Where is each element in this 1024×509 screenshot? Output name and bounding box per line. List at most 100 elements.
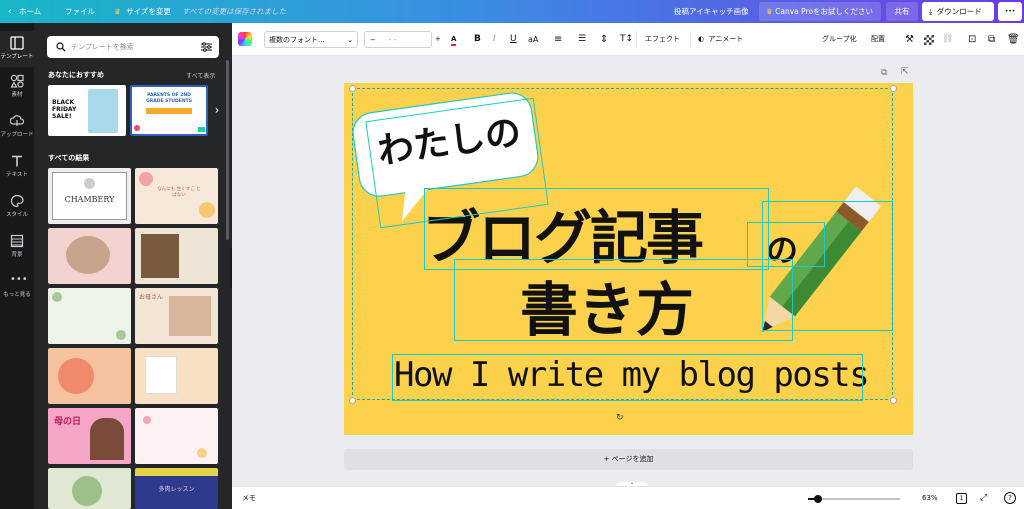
home-button[interactable]: ‹ ホーム <box>8 0 41 23</box>
increase-size-button[interactable]: + <box>435 31 441 48</box>
rail-item-templates[interactable]: テンプレート <box>0 31 34 67</box>
design-page[interactable]: わたしの ブログ記事 の 書き方 How I write my blog pos… <box>344 83 913 435</box>
font-dropdown[interactable]: 複数のフォント... ⌄ <box>264 31 358 48</box>
editor-toolbar: 複数のフォント... ⌄ − - - + A B I U aA ≡ ☰ ⇕ T↕… <box>232 23 1024 56</box>
see-all-link[interactable]: すべて表示 <box>186 71 215 80</box>
notes-button[interactable]: メモ <box>242 487 256 509</box>
thumb-text: PARENTS OF 2ND GRADE STUDENTS <box>146 93 192 104</box>
color-picker-button[interactable] <box>238 32 252 46</box>
file-menu[interactable]: ファイル <box>65 0 95 23</box>
template-thumb-parents[interactable]: PARENTS OF 2ND GRADE STUDENTS <box>130 85 208 136</box>
underline-button[interactable]: U <box>510 31 517 48</box>
thumb-photo <box>169 296 211 336</box>
template-thumb-peach[interactable] <box>48 348 131 404</box>
bold-button[interactable]: B <box>474 31 481 48</box>
text-color-button[interactable]: A <box>451 31 457 48</box>
try-pro-button[interactable]: ♛ Canva Proをお試しください <box>759 2 881 21</box>
template-thumb-mother[interactable]: お母さん <box>135 288 218 344</box>
zoom-slider-thumb[interactable] <box>814 495 822 503</box>
rail-item-more[interactable]: ••• もっと見る <box>0 269 34 305</box>
template-icon <box>10 36 24 50</box>
help-icon[interactable]: ? <box>1004 492 1016 504</box>
template-thumb-floral[interactable]: なんにも 生くすこ とばない <box>135 168 218 224</box>
animate-icon: ◐ <box>698 35 705 43</box>
thumb-text: お母さん <box>139 294 164 301</box>
save-status: すべての変更は保存されました <box>182 7 287 16</box>
align-button[interactable]: ≡ <box>554 31 562 48</box>
template-thumb-polaroid[interactable] <box>135 348 218 404</box>
font-size-control[interactable]: − - - <box>364 31 432 48</box>
link-button[interactable]: ⛓ <box>942 31 953 48</box>
template-thumb-black-friday[interactable]: BLACK FRIDAY SALE! <box>48 85 126 136</box>
carousel-next-button[interactable]: › <box>210 95 224 125</box>
thumb-photo <box>90 418 124 460</box>
template-search[interactable]: テンプレートを検索 <box>47 36 219 58</box>
font-size-value[interactable]: - - <box>389 32 396 49</box>
template-thumb-chambery[interactable]: CHAMBERY <box>48 168 131 224</box>
letter-case-button[interactable]: aA <box>528 31 538 48</box>
duplicate-icon: ⧉ <box>988 34 996 45</box>
zoom-value[interactable]: 63% <box>922 487 938 509</box>
lock-button[interactable]: ⊡ <box>968 31 976 48</box>
thumb-text: 母の日 <box>54 417 82 427</box>
rail-item-text[interactable]: テキスト <box>0 149 34 185</box>
template-thumb-photo-1[interactable] <box>48 228 131 284</box>
upload-icon <box>10 115 24 126</box>
template-thumb-mothers-day[interactable]: 母の日 <box>48 408 131 464</box>
thumb-dot <box>197 448 207 458</box>
resize-handle[interactable] <box>349 85 356 92</box>
panel-scrollbar[interactable] <box>226 60 229 240</box>
thumb-text: 多肉レッスン <box>158 486 195 493</box>
resize-handle[interactable] <box>890 85 897 92</box>
align-center-icon: ≡ <box>554 34 563 45</box>
add-page-button[interactable]: + ページを追加 <box>344 449 913 470</box>
effects-button[interactable]: エフェクト <box>645 31 680 48</box>
spacing-button[interactable]: ⇕ <box>600 31 608 48</box>
rail-item-background[interactable]: 背景 <box>0 229 34 265</box>
resize-handle[interactable] <box>890 397 897 404</box>
letter-case-icon: aA <box>528 35 539 44</box>
text-orientation-button[interactable]: T↕ <box>620 31 633 48</box>
rail-item-elements[interactable]: 素材 <box>0 69 34 105</box>
filter-icon[interactable] <box>201 42 212 52</box>
design-title[interactable]: 投稿アイキャッチ画像 <box>674 0 749 23</box>
rail-item-uploads[interactable]: アップロード <box>0 109 34 145</box>
decrease-size-button[interactable]: − <box>370 32 376 49</box>
delete-button[interactable]: 🗑 <box>1007 31 1020 48</box>
copy-page-icon[interactable]: ⧉ <box>881 68 887 78</box>
download-label: ダウンロード <box>936 7 982 16</box>
crown-icon: ♛ <box>766 7 773 16</box>
more-menu-button[interactable]: ••• <box>998 2 1022 21</box>
template-thumb-green[interactable] <box>48 468 131 509</box>
group-button[interactable]: グループ化 <box>822 31 857 48</box>
download-icon: ⤓ <box>929 7 933 16</box>
share-button[interactable]: 共有 <box>886 2 918 21</box>
resize-label: サイズを変更 <box>126 7 171 16</box>
add-page-icon[interactable]: ⇱ <box>901 67 909 77</box>
download-button[interactable]: ⤓ ダウンロード <box>922 2 994 21</box>
template-thumb-dots[interactable] <box>135 408 218 464</box>
thumb-shape <box>72 476 102 506</box>
template-thumb-photo-2[interactable] <box>135 228 218 284</box>
search-icon <box>56 42 66 52</box>
transparency-button[interactable] <box>924 35 934 45</box>
page-count-button[interactable]: 1 <box>956 493 967 504</box>
list-icon: ☰ <box>578 34 587 44</box>
resize-button[interactable]: ♛ サイズを変更 <box>114 0 171 23</box>
rotate-handle-icon[interactable]: ↻ <box>616 413 624 423</box>
recommended-title: あなたにおすすめ <box>48 71 104 79</box>
fullscreen-icon[interactable]: ⤢ <box>980 487 987 509</box>
italic-icon: I <box>493 34 496 44</box>
thumb-text: CHAMBERY <box>64 195 115 204</box>
italic-button[interactable]: I <box>493 31 496 48</box>
list-button[interactable]: ☰ <box>578 31 586 48</box>
paint-format-button[interactable]: ⚒ <box>905 31 914 48</box>
template-thumb-leaves[interactable] <box>48 288 131 344</box>
thumb-photo <box>84 178 95 189</box>
position-button[interactable]: 配置 <box>871 31 885 48</box>
rail-item-styles[interactable]: スタイル <box>0 189 34 225</box>
animate-button[interactable]: ◐ アニメート <box>698 31 743 48</box>
template-thumb-succulent[interactable]: 多肉レッスン <box>135 468 218 509</box>
resize-handle[interactable] <box>349 397 356 404</box>
duplicate-button[interactable]: ⧉ <box>988 31 995 48</box>
